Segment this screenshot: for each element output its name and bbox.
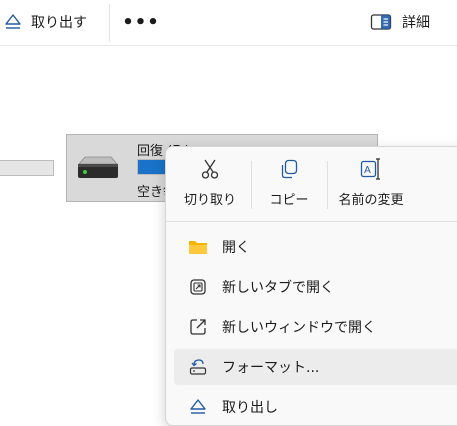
folder-icon xyxy=(188,237,208,257)
copy-button[interactable]: コピー xyxy=(259,157,319,213)
menu-item-format[interactable]: フォーマット... xyxy=(174,349,457,385)
context-menu: 切り取り コピー A 名前の変更 開く 新しいタブで開く 新しいウィンドウで開く… xyxy=(165,146,457,426)
action-separator xyxy=(251,161,252,209)
copy-icon xyxy=(277,157,301,181)
menu-item-label: 開く xyxy=(222,240,250,256)
rename-icon: A xyxy=(359,157,383,181)
scissors-icon xyxy=(198,157,222,181)
rename-button[interactable]: A 名前の変更 xyxy=(331,157,411,213)
adjacent-drive-usage-bar xyxy=(0,160,54,176)
copy-label: コピー xyxy=(269,193,309,208)
cut-label: 切り取り xyxy=(183,193,236,208)
context-menu-separator xyxy=(166,221,457,222)
open-new-tab-icon xyxy=(188,277,208,297)
open-new-window-icon xyxy=(188,317,208,337)
context-menu-quick-actions: 切り取り コピー A 名前の変更 xyxy=(166,147,457,215)
svg-text:A: A xyxy=(364,165,371,176)
menu-item-open[interactable]: 開く xyxy=(174,229,457,265)
details-pane-icon xyxy=(370,13,392,31)
details-button-label: 詳細 xyxy=(402,15,430,31)
file-list-area: 回復 (E:) 空き領域 15.0 GB/28.8 GB 切り取り xyxy=(0,46,457,426)
menu-item-label: 新しいウィンドウで開く xyxy=(222,320,376,336)
menu-item-open-new-tab[interactable]: 新しいタブで開く xyxy=(174,269,457,305)
menu-item-label: 取り出し xyxy=(222,400,278,416)
eject-button[interactable]: 取り出す xyxy=(3,6,87,38)
rename-label: 名前の変更 xyxy=(338,193,404,208)
menu-item-label: フォーマット... xyxy=(222,360,320,376)
eject-icon xyxy=(188,397,208,417)
more-icon: ••• xyxy=(122,11,160,33)
action-separator xyxy=(327,161,328,209)
menu-item-label: 新しいタブで開く xyxy=(222,280,334,296)
toolbar-separator xyxy=(109,4,110,42)
eject-icon xyxy=(3,12,23,32)
menu-item-open-new-window[interactable]: 新しいウィンドウで開く xyxy=(174,309,457,345)
menu-item-eject[interactable]: 取り出し xyxy=(174,389,457,425)
command-bar: 取り出す ••• 詳細 xyxy=(0,0,457,44)
format-drive-icon xyxy=(188,357,208,377)
more-options-button[interactable]: ••• xyxy=(122,10,159,34)
cut-button[interactable]: 切り取り xyxy=(180,157,240,213)
hard-drive-icon xyxy=(75,155,121,181)
details-pane-button[interactable]: 詳細 xyxy=(370,6,430,38)
eject-button-label: 取り出す xyxy=(31,15,87,31)
